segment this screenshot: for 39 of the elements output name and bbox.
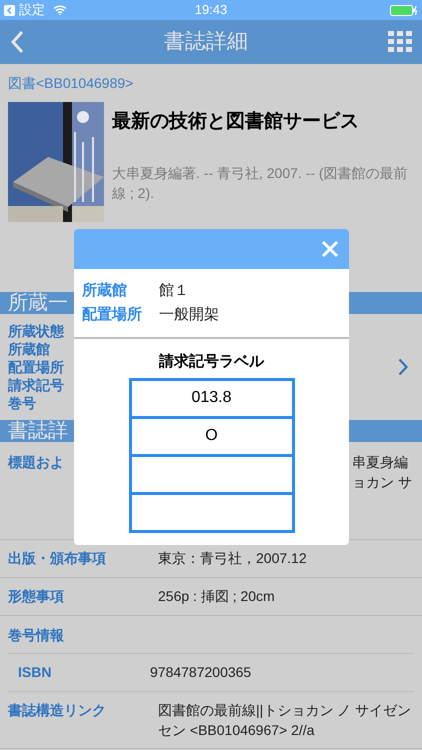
holding-label: 所蔵状態 bbox=[8, 322, 64, 340]
holding-label: 所蔵館 bbox=[8, 340, 51, 358]
dialog-field-label: 配置場所 bbox=[82, 304, 143, 325]
field-value: ョカン サ bbox=[352, 473, 412, 492]
field-value: 256p : 挿図 ; 20cm bbox=[158, 587, 275, 606]
field-value: 図書館の最前線||トショカン ノ サイゼンセン <BB01046967> 2//a bbox=[158, 701, 412, 740]
nav-title: 書誌詳細 bbox=[164, 29, 248, 56]
clock: 19:43 bbox=[194, 1, 228, 20]
dialog-field-value: 一般開架 bbox=[159, 304, 219, 325]
holding-label: 配置場所 bbox=[8, 358, 64, 376]
group-label: 巻号情報 bbox=[8, 627, 64, 643]
book-description: 大串夏身編著. -- 青弓社, 2007. -- (図書館の最前線 ; 2). bbox=[112, 164, 409, 202]
label-line: 013.8 bbox=[190, 388, 233, 408]
chevron-right-icon[interactable] bbox=[398, 358, 408, 376]
back-app-label[interactable]: 設定 bbox=[19, 0, 45, 20]
holding-label: 巻号 bbox=[8, 394, 37, 412]
grid-menu-icon[interactable] bbox=[388, 31, 412, 53]
book-title: 最新の技術と図書館サービス bbox=[112, 110, 360, 134]
close-icon[interactable] bbox=[321, 240, 339, 258]
record-id-link[interactable]: 図書<BB01046989> bbox=[8, 75, 134, 91]
back-icon bbox=[4, 4, 15, 16]
section-title: 所蔵一 bbox=[8, 291, 68, 316]
field-label: ISBN bbox=[17, 663, 52, 682]
field-label: 出版・頒布事項 bbox=[8, 549, 107, 568]
field-label: 形態事項 bbox=[8, 587, 65, 606]
field-value: 9784787200365 bbox=[150, 663, 252, 682]
section-title: 書誌詳 bbox=[8, 419, 68, 444]
wifi-icon bbox=[53, 5, 67, 15]
holding-label: 請求記号 bbox=[8, 376, 64, 394]
back-icon[interactable] bbox=[10, 30, 24, 54]
field-value: 東京：青弓社，2007.12 bbox=[158, 549, 307, 568]
field-value: 串夏身編 bbox=[352, 453, 410, 472]
dialog-field-label: 所蔵館 bbox=[82, 280, 128, 301]
field-label: 標題およ bbox=[8, 453, 64, 472]
label-line: O bbox=[132, 416, 292, 454]
field-label: 書誌構造リンク bbox=[8, 701, 107, 720]
call-number-label-title: 請求記号ラベル bbox=[159, 352, 264, 372]
dialog-field-value: 館１ bbox=[159, 280, 189, 301]
battery-icon bbox=[390, 4, 418, 16]
